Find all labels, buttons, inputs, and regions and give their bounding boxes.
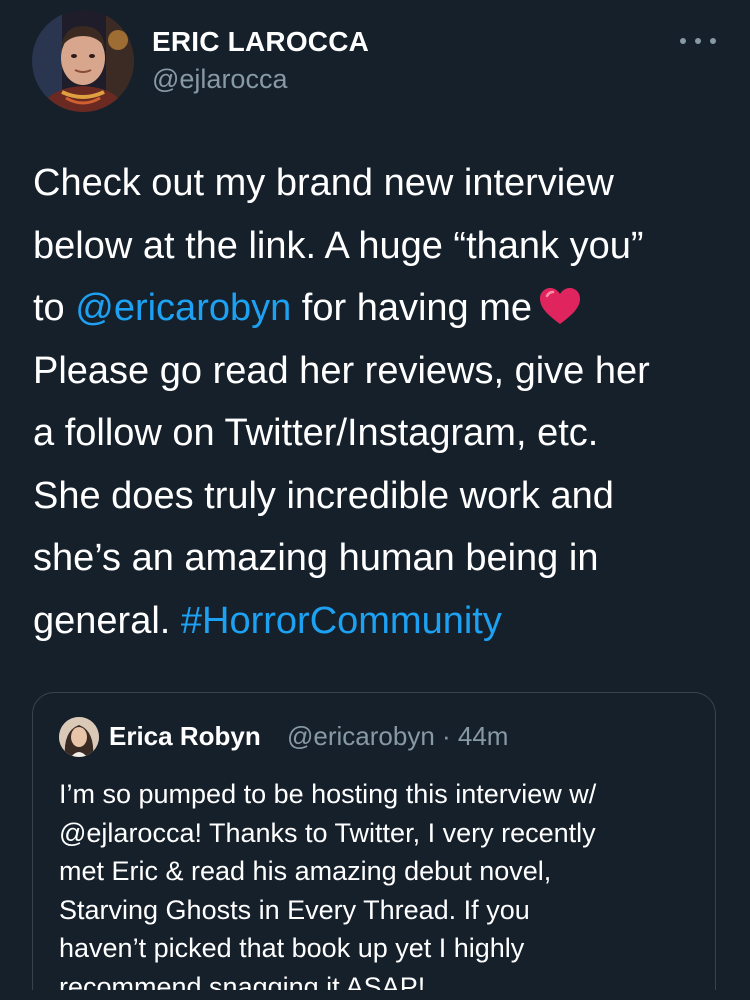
mention-link[interactable]: @ericarobyn	[75, 287, 291, 329]
tweet-line: below at the link. A huge “thank you”	[33, 224, 644, 267]
tweet-line: to @ericarobyn for having me	[33, 277, 723, 340]
more-options-icon[interactable]	[678, 26, 718, 56]
tweet[interactable]: ERIC LAROCCA @ejlarocca Check out my bra…	[0, 0, 750, 1000]
quoted-avatar-image	[59, 717, 99, 757]
quoted-line: @ejlarocca! Thanks to Twitter, I very re…	[59, 817, 596, 848]
quoted-tweet-card[interactable]: Erica Robyn @ericarobyn · 44m I’m so pum…	[32, 692, 716, 1000]
quoted-line: met Eric & read his amazing debut novel,	[59, 856, 552, 886]
author-handle[interactable]: @ejlarocca	[152, 64, 287, 95]
tweet-line: Please go read her reviews, give her	[33, 349, 650, 392]
tweet-line: Check out my brand new interview	[33, 162, 614, 204]
bottom-edge	[0, 990, 750, 1000]
quoted-tweet-text: I’m so pumped to be hosting this intervi…	[59, 775, 699, 1000]
quoted-line: haven’t picked that book up yet I highly	[59, 933, 525, 963]
tweet-line: She does truly incredible work and	[33, 474, 614, 517]
author-avatar[interactable]	[32, 10, 134, 112]
hashtag-link[interactable]: #HorrorCommunity	[181, 600, 502, 642]
quoted-author-name[interactable]: Erica Robyn	[109, 721, 261, 752]
quoted-author-avatar[interactable]	[59, 717, 99, 757]
quoted-author-handle-time: @ericarobyn · 44m	[287, 721, 509, 751]
quoted-line: I’m so pumped to be hosting this intervi…	[59, 779, 597, 809]
tweet-line: general. #HorrorCommunity	[33, 599, 502, 642]
author-avatar-image	[32, 10, 134, 112]
tweet-line: a follow on Twitter/Instagram, etc.	[33, 412, 599, 454]
author-name[interactable]: ERIC LAROCCA	[152, 26, 369, 58]
tweet-line: she’s an amazing human being in	[33, 537, 599, 579]
tweet-text: Check out my brand new interview below a…	[33, 152, 723, 652]
heart-icon	[540, 288, 581, 324]
quoted-line: Starving Ghosts in Every Thread. If you	[59, 894, 530, 925]
